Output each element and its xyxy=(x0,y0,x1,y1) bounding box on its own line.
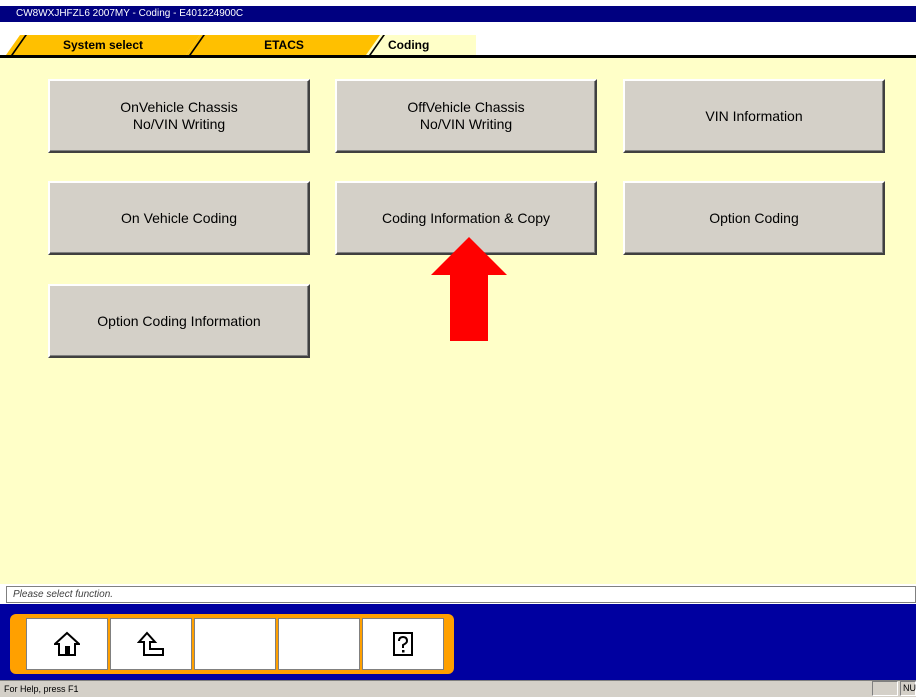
window-title: CW8WXJHFZL6 2007MY - Coding - E401224900… xyxy=(0,6,916,22)
status-indicator-num: NUM xyxy=(900,681,916,696)
home-button[interactable] xyxy=(26,618,108,670)
back-icon xyxy=(137,631,164,656)
help-icon xyxy=(393,632,413,656)
status-bar: For Help, press F1 xyxy=(0,680,916,697)
back-button[interactable] xyxy=(110,618,192,670)
tab-etacs[interactable]: ETACS xyxy=(186,35,382,55)
status-message: Please select function. xyxy=(6,586,916,603)
tab-system-select[interactable]: System select xyxy=(6,35,200,55)
option-coding-information-button[interactable]: Option Coding Information xyxy=(48,284,310,358)
on-vehicle-coding-button[interactable]: On Vehicle Coding xyxy=(48,181,310,255)
help-button[interactable] xyxy=(362,618,444,670)
status-indicator-blank xyxy=(872,681,898,696)
vin-information-button[interactable]: VIN Information xyxy=(623,79,885,153)
offvehicle-chassis-vin-writing-button[interactable]: OffVehicle Chassis No/VIN Writing xyxy=(335,79,597,153)
option-coding-button[interactable]: Option Coding xyxy=(623,181,885,255)
status-help-text: For Help, press F1 xyxy=(4,684,79,694)
toolbar-empty-button[interactable] xyxy=(278,618,360,670)
red-arrow-icon xyxy=(431,237,507,341)
onvehicle-chassis-vin-writing-button[interactable]: OnVehicle Chassis No/VIN Writing xyxy=(48,79,310,153)
toolbar-empty-button[interactable] xyxy=(194,618,276,670)
home-icon xyxy=(54,631,80,656)
